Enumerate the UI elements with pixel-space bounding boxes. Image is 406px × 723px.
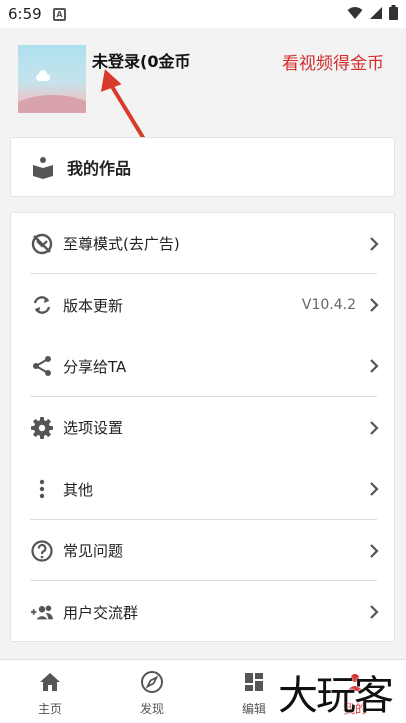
chevron-right-icon — [370, 236, 379, 251]
watermark-logo: 大玩客 — [278, 673, 394, 719]
avatar[interactable] — [18, 45, 86, 113]
watch-video-link[interactable]: 看视频得金币 — [282, 49, 384, 74]
nav-label: 主页 — [37, 702, 62, 716]
red-arrow-annotation — [100, 69, 149, 146]
gear-icon — [30, 416, 54, 440]
chevron-right-icon — [370, 482, 379, 497]
dashboard-icon — [245, 673, 263, 691]
avatar-hill — [18, 95, 86, 113]
avatar-cloud — [36, 70, 50, 81]
sync-icon — [30, 293, 54, 317]
menu-item-label: 常见问题 — [63, 542, 124, 561]
nav-home[interactable]: 主页 — [10, 660, 90, 723]
share-icon — [30, 354, 54, 378]
menu-item-label: 其他 — [63, 480, 94, 499]
chevron-right-icon — [370, 359, 379, 374]
group-add-icon — [30, 600, 54, 624]
menu-item-share[interactable]: 分享给TA — [11, 336, 394, 398]
menu-item-label: 分享给TA — [63, 357, 127, 376]
status-icons — [347, 5, 398, 20]
menu-item-other[interactable]: 其他 — [11, 459, 394, 520]
signal-icon — [370, 6, 382, 19]
more-vertical-icon — [30, 477, 54, 501]
compass-icon — [141, 671, 163, 693]
menu-item-faq[interactable]: 常见问题 — [11, 520, 394, 582]
notification-icon: A — [53, 8, 66, 21]
menu-item-user-group[interactable]: 用户交流群 — [11, 581, 394, 642]
my-works-card[interactable]: 我的作品 — [10, 137, 395, 197]
chevron-right-icon — [370, 605, 379, 619]
menu-item-label: 用户交流群 — [63, 603, 139, 622]
status-bar: 6:59 A — [0, 0, 406, 28]
status-time: 6:59 — [8, 5, 42, 23]
menu-item-version-update[interactable]: 版本更新 V10.4.2 — [11, 274, 394, 335]
my-works-label: 我的作品 — [67, 159, 132, 178]
nav-discover[interactable]: 发现 — [112, 660, 192, 723]
wifi-icon — [347, 6, 363, 19]
book-reader-icon — [33, 157, 53, 179]
chevron-right-icon — [370, 421, 379, 435]
menu-item-settings[interactable]: 选项设置 — [11, 397, 394, 458]
version-number: V10.4.2 — [301, 297, 356, 314]
chevron-right-icon — [370, 543, 379, 558]
menu-item-label: 选项设置 — [63, 419, 124, 438]
no-ads-icon — [30, 232, 54, 256]
menu-item-premium-mode[interactable]: 至尊模式(去广告) — [11, 213, 394, 275]
settings-menu-card: 至尊模式(去广告) 版本更新 V10.4.2 分享给TA 选项设置 其他 常见问… — [10, 212, 395, 642]
home-icon — [40, 673, 60, 691]
battery-icon — [389, 5, 398, 20]
menu-item-label: 至尊模式(去广告) — [63, 235, 180, 254]
nav-label: 发现 — [139, 702, 164, 716]
profile-header: 未登录(0金币 看视频得金币 — [0, 28, 406, 146]
chevron-right-icon — [370, 298, 379, 312]
help-icon — [30, 539, 54, 563]
menu-item-label: 版本更新 — [63, 296, 124, 315]
